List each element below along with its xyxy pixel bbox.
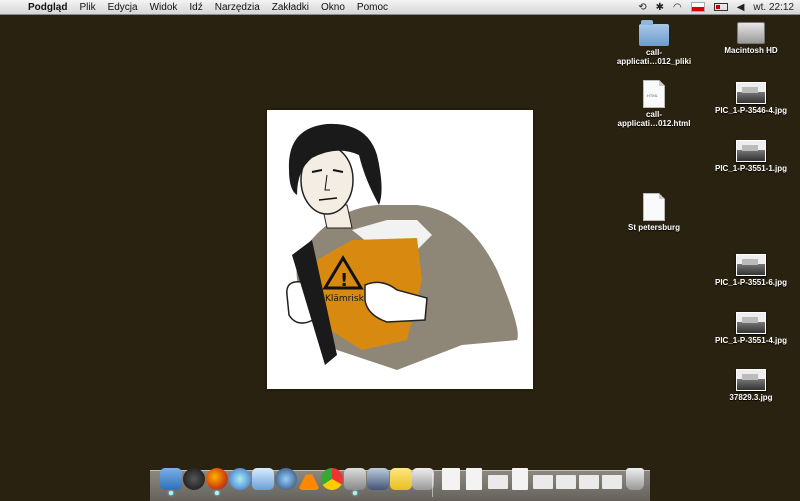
desktop-icon-label: 37829.3.jpg [729,393,773,402]
doc-stack-4-icon[interactable] [512,468,528,490]
menu-go[interactable]: Idź [183,2,208,13]
desktop-icon-st-petersburg[interactable]: St petersburg [609,193,699,232]
hard-drive-icon [737,22,765,44]
doc-stack-3-icon[interactable] [488,475,508,489]
illustration: ! Klämrisk [267,110,533,389]
desktop-icon-label: PIC_1-P-3546-4.jpg [714,106,788,115]
firefox-icon[interactable] [206,468,228,495]
menu-bookmarks[interactable]: Zakładki [266,2,315,13]
preview-image[interactable]: ! Klämrisk [267,110,533,389]
menu-app-name[interactable]: Podgląd [22,2,73,13]
menu-tools[interactable]: Narzędzia [209,2,266,13]
time-machine-icon[interactable]: ⟲ [638,2,646,13]
stickies-icon[interactable] [390,468,412,490]
wifi-icon[interactable]: ◠ [673,2,682,13]
menu-window[interactable]: Okno [315,2,351,13]
shirt-badge-text: Klämrisk [325,294,365,304]
battery-icon[interactable] [713,3,728,11]
volume-icon[interactable]: ◀ [737,2,745,13]
itunes-icon[interactable] [275,468,297,490]
desktop-icon-pic-3551-1[interactable]: PIC_1-P-3551-1.jpg [706,140,796,173]
desktop-icon-label: PIC_1-P-3551-1.jpg [714,164,788,173]
desktop-icon-pic-3546-4[interactable]: PIC_1-P-3546-4.jpg [706,82,796,115]
desktop-icon-label: Macintosh HD [724,46,778,55]
desktop-icon-macintosh-hd[interactable]: Macintosh HD [706,22,796,55]
image-file-icon [736,140,766,162]
image-file-icon [736,254,766,276]
photo-icon[interactable] [412,468,434,490]
dock [150,468,650,501]
desktop-icon-label: call- applicati…012_pliki [616,48,692,66]
desktop-icon-37829[interactable]: 37829.3.jpg [706,369,796,402]
doc-stack-8-icon[interactable] [602,475,622,489]
doc-stack-2-icon[interactable] [466,468,482,490]
bluetooth-icon[interactable]: ✱ [656,2,664,13]
menu-bar: Podgląd Plik Edycja Widok Idź Narzędzia … [0,0,800,15]
script-editor-icon[interactable] [367,468,389,490]
image-file-icon [736,312,766,334]
chrome-icon[interactable] [321,468,343,490]
doc-stack-5-icon[interactable] [533,475,553,489]
app-store-icon[interactable] [229,468,251,490]
dashboard-icon[interactable] [183,468,205,490]
desktop-icon-label: PIC_1-P-3551-6.jpg [714,278,788,287]
desktop-icon-label: call- applicati…012.html [617,110,691,128]
image-file-icon [736,369,766,391]
status-area: ⟲ ✱ ◠ ◀ wt. 22:12 [638,0,794,14]
svg-text:!: ! [340,270,348,291]
mail-icon[interactable] [252,468,274,490]
desktop-icon-pliki-folder[interactable]: call- applicati…012_pliki [609,20,699,66]
finder-icon[interactable] [160,468,182,495]
desktop-icon-pic-3551-6[interactable]: PIC_1-P-3551-6.jpg [706,254,796,287]
image-file-icon [736,82,766,104]
menu-view[interactable]: Widok [144,2,184,13]
folder-icon [639,20,669,46]
menu-help[interactable]: Pomoc [351,2,394,13]
menu-edit[interactable]: Edycja [102,2,144,13]
preview-icon[interactable] [344,468,366,495]
trash-icon[interactable] [626,468,644,490]
document-icon [643,193,665,221]
doc-stack-6-icon[interactable] [556,475,576,489]
desktop-icon-html-file[interactable]: HTML call- applicati…012.html [609,80,699,128]
desktop-icon-label: St petersburg [627,223,680,232]
vlc-icon[interactable] [298,468,320,490]
input-flag-icon[interactable] [690,2,705,12]
dock-separator [432,473,433,497]
desktop-icon-pic-3551-4[interactable]: PIC_1-P-3551-4.jpg [706,312,796,345]
menu-clock[interactable]: wt. 22:12 [753,2,794,13]
menu-file[interactable]: Plik [73,2,101,13]
html-file-icon: HTML [643,80,665,108]
doc-stack-1-icon[interactable] [442,468,460,490]
desktop-icon-label: PIC_1-P-3551-4.jpg [714,336,788,345]
doc-stack-7-icon[interactable] [579,475,599,489]
